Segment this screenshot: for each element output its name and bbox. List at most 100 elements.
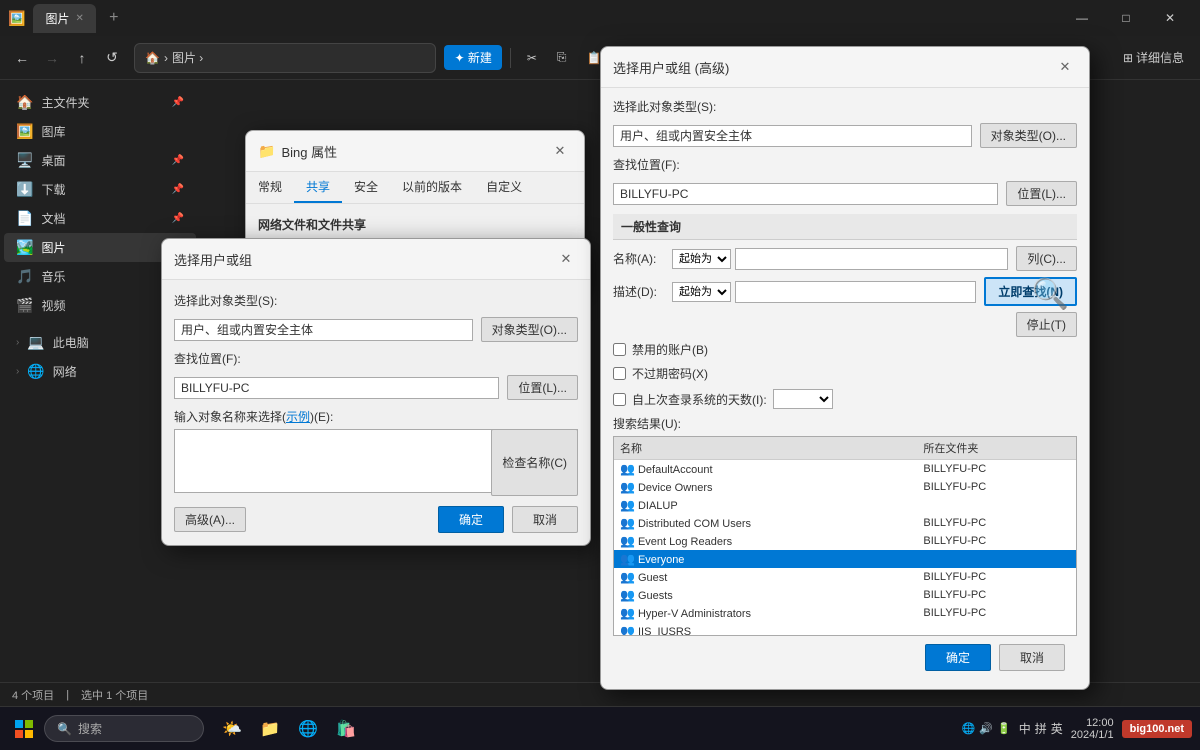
result-folder xyxy=(917,622,1076,636)
stop-btn[interactable]: 停止(T) xyxy=(1016,312,1077,337)
taskbar-pinned-apps: 🌤️ 📁 🌐 🛍️ xyxy=(216,713,362,745)
new-btn[interactable]: ✦ 新建 xyxy=(444,45,501,70)
table-row[interactable]: 👥IIS_IUSRS xyxy=(614,622,1076,636)
table-row[interactable]: 👥Guest BILLYFU-PC xyxy=(614,568,1076,586)
sep1 xyxy=(510,48,511,68)
advanced-title: 选择用户或组 (高级) xyxy=(613,58,1053,77)
tab-previous[interactable]: 以前的版本 xyxy=(390,172,474,203)
details-btn[interactable]: ⊞ 详细信息 xyxy=(1115,45,1192,70)
taskbar-app-edge[interactable]: 🌐 xyxy=(292,713,324,745)
location-btn[interactable]: 位置(L)... xyxy=(507,375,578,400)
desc-query-input[interactable] xyxy=(735,281,976,303)
table-row[interactable]: 👥Guests BILLYFU-PC xyxy=(614,586,1076,604)
sidebar-item-gallery[interactable]: 🖼️ 图库 xyxy=(4,117,196,146)
input-area: 检查名称(C) xyxy=(174,429,578,496)
tab-security[interactable]: 安全 xyxy=(342,172,390,203)
result-icon: 👥 xyxy=(620,498,635,512)
adv-obj-type-value: 用户、组或内置安全主体 xyxy=(613,125,972,147)
search-icon: 🔍 xyxy=(57,722,72,736)
copy-btn[interactable]: ⎘ xyxy=(549,46,575,69)
adv-obj-type-label-row: 选择此对象类型(S): xyxy=(613,98,1077,115)
result-icon: 👥 xyxy=(620,570,635,584)
advanced-btn[interactable]: 高级(A)... xyxy=(174,507,246,532)
back-btn[interactable]: ← xyxy=(8,44,36,72)
adv-obj-type-btn[interactable]: 对象类型(O)... xyxy=(980,123,1077,148)
select-user-cancel-btn[interactable]: 取消 xyxy=(512,506,578,533)
close-btn[interactable]: ✕ xyxy=(1148,2,1192,34)
days-select[interactable] xyxy=(773,389,833,409)
result-folder: BILLYFU-PC xyxy=(917,604,1076,622)
taskbar-right: 🌐 🔊 🔋 中 拼 英 12:00 2024/1/1 big100.net xyxy=(962,717,1192,741)
desc-condition-select[interactable]: 起始为 xyxy=(672,282,731,302)
table-row[interactable]: 👥Distributed COM Users BILLYFU-PC xyxy=(614,514,1076,532)
no-expire-cb[interactable] xyxy=(613,367,626,380)
advanced-close[interactable]: ✕ xyxy=(1053,55,1077,79)
example-link[interactable]: 示例 xyxy=(286,410,310,424)
tab-close-btn[interactable]: ✕ xyxy=(75,13,83,24)
advanced-ok-btn[interactable]: 确定 xyxy=(925,644,991,671)
sidebar-net-label: 网络 xyxy=(53,363,77,380)
select-user-close[interactable]: ✕ xyxy=(554,247,578,271)
sidebar-item-desktop[interactable]: 🖥️ 桌面 📌 xyxy=(4,146,196,175)
tab-label: 图片 xyxy=(45,10,69,27)
up-btn[interactable]: ↑ xyxy=(68,44,96,72)
taskbar-app-store[interactable]: 🛍️ xyxy=(330,713,362,745)
obj-type-value: 用户、组或内置安全主体 xyxy=(174,319,473,341)
sep-dot: | xyxy=(66,689,69,701)
taskbar-app-widgets[interactable]: 🌤️ xyxy=(216,713,248,745)
disabled-accounts-cb[interactable] xyxy=(613,343,626,356)
adv-loc-btn[interactable]: 位置(L)... xyxy=(1006,181,1077,206)
obj-type-btn[interactable]: 对象类型(O)... xyxy=(481,317,578,342)
explorer-icon: 🖼️ xyxy=(8,10,25,27)
search-magnify-icon: 🔍 xyxy=(1032,278,1069,311)
table-row[interactable]: 👥Hyper-V Administrators BILLYFU-PC xyxy=(614,604,1076,622)
days-since-row: 自上次查录系统的天数(I): xyxy=(613,389,1077,409)
input-label-suffix: )(E): xyxy=(310,410,333,424)
refresh-btn[interactable]: ↺ xyxy=(98,44,126,72)
new-tab-btn[interactable]: + xyxy=(100,4,128,32)
result-folder: BILLYFU-PC xyxy=(917,568,1076,586)
name-query-input[interactable] xyxy=(735,248,1008,270)
sidebar-dl-label: 下载 xyxy=(41,181,65,198)
adv-loc-label: 查找位置(F): xyxy=(613,156,733,173)
taskbar-search[interactable]: 🔍 搜索 xyxy=(44,715,204,742)
watermark-label: big100.net xyxy=(1130,723,1184,735)
bing-props-tabs: 常规 共享 安全 以前的版本 自定义 xyxy=(246,172,584,204)
tab-general[interactable]: 常规 xyxy=(246,172,294,203)
table-row[interactable]: 👥Device Owners BILLYFU-PC xyxy=(614,478,1076,496)
list-btn[interactable]: 列(C)... xyxy=(1016,246,1077,271)
start-button[interactable] xyxy=(8,713,40,745)
select-user-dialog: 选择用户或组 ✕ 选择此对象类型(S): 用户、组或内置安全主体 对象类型(O)… xyxy=(161,238,591,546)
tray-battery: 🔋 xyxy=(997,722,1011,735)
select-user-ok-btn[interactable]: 确定 xyxy=(438,506,504,533)
tab-custom[interactable]: 自定义 xyxy=(474,172,534,203)
sidebar-item-downloads[interactable]: ⬇️ 下载 📌 xyxy=(4,175,196,204)
minimize-btn[interactable]: — xyxy=(1060,2,1104,34)
address-bar[interactable]: 🏠 › 图片 › xyxy=(134,43,436,73)
search-results-scroll[interactable]: 名称 所在文件夹 👥DefaultAccount BILLYFU-PC 👥Dev… xyxy=(613,436,1077,636)
cut-btn[interactable]: ✂ xyxy=(519,47,545,69)
ime-indicator[interactable]: 中 拼 英 xyxy=(1019,720,1063,737)
check-names-btn[interactable]: 检查名称(C) xyxy=(491,429,578,496)
sidebar-item-home[interactable]: 🏠 主文件夹 📌 xyxy=(4,88,196,117)
adv-loc-text: BILLYFU-PC xyxy=(620,187,688,201)
taskbar: 🔍 搜索 🌤️ 📁 🌐 🛍️ 🌐 🔊 🔋 中 拼 英 12:00 2024/1/… xyxy=(0,706,1200,750)
table-row[interactable]: 👥Event Log Readers BILLYFU-PC xyxy=(614,532,1076,550)
tab-share[interactable]: 共享 xyxy=(294,172,342,203)
adv-loc-value: BILLYFU-PC xyxy=(613,183,998,205)
result-folder xyxy=(917,496,1076,514)
sidebar-item-docs[interactable]: 📄 文档 📌 xyxy=(4,204,196,233)
advanced-select-dialog: 选择用户或组 (高级) ✕ 选择此对象类型(S): 用户、组或内置安全主体 对象… xyxy=(600,46,1090,690)
table-row[interactable]: 👥DefaultAccount BILLYFU-PC xyxy=(614,460,1076,479)
taskbar-app-explorer[interactable]: 📁 xyxy=(254,713,286,745)
name-condition-select[interactable]: 起始为 xyxy=(672,249,731,269)
advanced-cancel-btn[interactable]: 取消 xyxy=(999,644,1065,671)
days-since-cb[interactable] xyxy=(613,393,626,406)
table-row[interactable]: 👥Everyone xyxy=(614,550,1076,568)
table-row[interactable]: 👥DIALUP xyxy=(614,496,1076,514)
bing-props-close[interactable]: ✕ xyxy=(548,139,572,163)
bing-props-title: Bing 属性 xyxy=(281,142,548,161)
explorer-tab[interactable]: 图片 ✕ xyxy=(33,4,95,33)
forward-btn[interactable]: → xyxy=(38,44,66,72)
maximize-btn[interactable]: □ xyxy=(1104,2,1148,34)
